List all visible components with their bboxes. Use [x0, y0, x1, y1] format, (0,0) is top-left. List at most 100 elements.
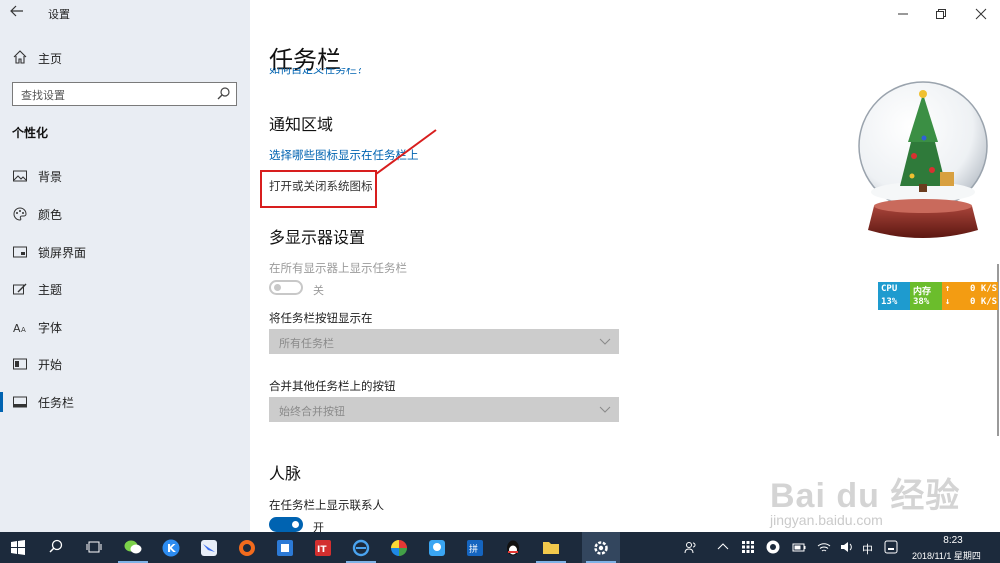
combine-buttons-select[interactable]: 始终合并按钮	[269, 397, 619, 422]
tim-app-icon	[429, 540, 445, 556]
k-app-icon: K	[162, 539, 180, 557]
toggle-state-text: 关	[313, 285, 324, 297]
taskbar-app-wechat[interactable]	[114, 532, 152, 563]
sidebar-item-fonts[interactable]: AA 字体	[0, 313, 250, 341]
sidebar-item-label: 开始	[38, 358, 63, 372]
select-value: 始终合并按钮	[279, 406, 345, 418]
buttons-display-label: 将任务栏按钮显示在	[269, 313, 373, 325]
battery-icon[interactable]	[792, 540, 806, 554]
clock-time[interactable]: 8:23	[940, 535, 966, 546]
watermark-brand: Bai du 经验	[770, 477, 961, 515]
search-placeholder: 查找设置	[21, 90, 65, 102]
system-monitor-widget: CPU 13% 内存 38% ↑ 0 K/S ↓ 0 K/S	[878, 282, 998, 310]
grid-tray-icon[interactable]	[741, 540, 755, 554]
picture-icon	[13, 170, 27, 182]
people-icon[interactable]	[684, 540, 698, 554]
taskbar-app-tim[interactable]	[418, 532, 456, 563]
sidebar-item-label: 锁屏界面	[38, 246, 87, 260]
chevron-up-icon[interactable]	[716, 540, 730, 554]
svg-text:A: A	[13, 322, 21, 335]
home-icon	[13, 50, 27, 64]
memory-cell: 内存 38%	[910, 282, 942, 310]
download-rate: 0 K/S	[970, 297, 998, 307]
taskbar-app-ie[interactable]	[342, 532, 380, 563]
svg-text:IT: IT	[317, 545, 327, 555]
sidebar-item-themes[interactable]: 主题	[0, 275, 250, 303]
svg-text:K: K	[167, 542, 176, 555]
sidebar-item-colors[interactable]: 颜色	[0, 200, 250, 228]
clock-date[interactable]: 2018/11/1 星期四	[912, 549, 981, 562]
truncated-link-text: 如何自定义任务栏？	[269, 68, 361, 76]
start-button[interactable]	[0, 532, 38, 563]
memory-label: 内存	[913, 287, 932, 297]
taskbar-app-colorful[interactable]	[380, 532, 418, 563]
task-view-button[interactable]	[76, 532, 114, 563]
close-icon[interactable]	[972, 5, 990, 23]
font-icon: AA	[13, 322, 26, 335]
start-icon	[13, 358, 27, 370]
svg-text:A: A	[21, 326, 26, 334]
snow-globe-widget	[858, 81, 988, 238]
sidebar-item-home[interactable]: 主页	[0, 44, 250, 70]
memory-value: 38%	[913, 297, 930, 307]
watermark-url: jingyan.baidu.com	[770, 512, 883, 528]
taskbar-app-explorer[interactable]	[532, 532, 570, 563]
chevron-down-icon	[599, 338, 611, 345]
sidebar-item-start[interactable]: 开始	[0, 350, 250, 378]
search-button[interactable]	[38, 532, 76, 563]
taskbar-icon	[13, 396, 27, 408]
search-icon[interactable]	[216, 86, 232, 102]
search-icon	[49, 539, 63, 553]
combine-buttons-label: 合并其他任务栏上的按钮	[269, 381, 396, 393]
cpu-value: 13%	[881, 297, 898, 307]
lock-screen-icon	[13, 246, 27, 258]
pinyin-app-icon: 拼	[467, 540, 483, 556]
restore-icon[interactable]	[932, 5, 950, 23]
minimize-icon[interactable]	[894, 5, 912, 23]
taskbar-app-it[interactable]: IT	[304, 532, 342, 563]
taskbar-app-browser[interactable]	[228, 532, 266, 563]
volume-icon[interactable]	[840, 540, 854, 554]
toggle-knob	[274, 284, 281, 291]
wifi-icon[interactable]	[817, 540, 831, 554]
app-tray-icon[interactable]	[766, 540, 780, 554]
sidebar-item-label: 颜色	[38, 208, 63, 222]
sidebar-item-label: 任务栏	[38, 396, 75, 410]
it-app-icon: IT	[315, 540, 331, 556]
truncated-link[interactable]: 如何自定义任务栏？	[269, 68, 361, 78]
sidebar-item-label: 背景	[38, 170, 63, 184]
people-heading: 人脉	[269, 466, 302, 483]
back-button[interactable]	[10, 4, 30, 22]
taskbar-app-pinyin[interactable]: 拼	[456, 532, 494, 563]
toggle-knob	[292, 521, 299, 528]
taskbar-app-settings[interactable]	[582, 532, 620, 563]
task-view-icon	[86, 541, 102, 553]
taskbar-app-office[interactable]	[266, 532, 304, 563]
gear-icon	[594, 541, 608, 555]
select-value: 所有任务栏	[279, 338, 334, 350]
orange-app-icon	[239, 540, 255, 556]
upload-arrow-icon: ↑	[945, 284, 951, 294]
taskbar-app-qq[interactable]	[494, 532, 532, 563]
taskbar-app-feishu[interactable]	[190, 532, 228, 563]
office-app-icon	[277, 540, 293, 556]
window-controls	[870, 0, 1000, 28]
highlight-annotation	[260, 170, 377, 208]
svg-text:拼: 拼	[469, 543, 478, 555]
app-title: 设置	[48, 9, 70, 21]
taskbar-app-k[interactable]: K	[152, 532, 190, 563]
sidebar-item-lock-screen[interactable]: 锁屏界面	[0, 238, 250, 266]
input-mode-icon[interactable]	[884, 540, 898, 554]
back-arrow-icon	[10, 5, 23, 17]
buttons-display-select[interactable]: 所有任务栏	[269, 329, 619, 354]
title-bar: 设置	[0, 0, 250, 28]
show-all-displays-toggle[interactable]	[269, 280, 303, 295]
ime-indicator[interactable]: 中	[862, 541, 873, 557]
sidebar-item-taskbar[interactable]: 任务栏	[0, 388, 250, 416]
sidebar-item-background[interactable]: 背景	[0, 162, 250, 190]
search-input[interactable]: 查找设置	[12, 82, 237, 106]
select-icons-link[interactable]: 选择哪些图标显示在任务栏上	[269, 147, 419, 163]
show-contacts-toggle[interactable]	[269, 517, 303, 532]
chevron-down-icon	[599, 406, 611, 413]
upload-rate: 0 K/S	[970, 284, 998, 294]
